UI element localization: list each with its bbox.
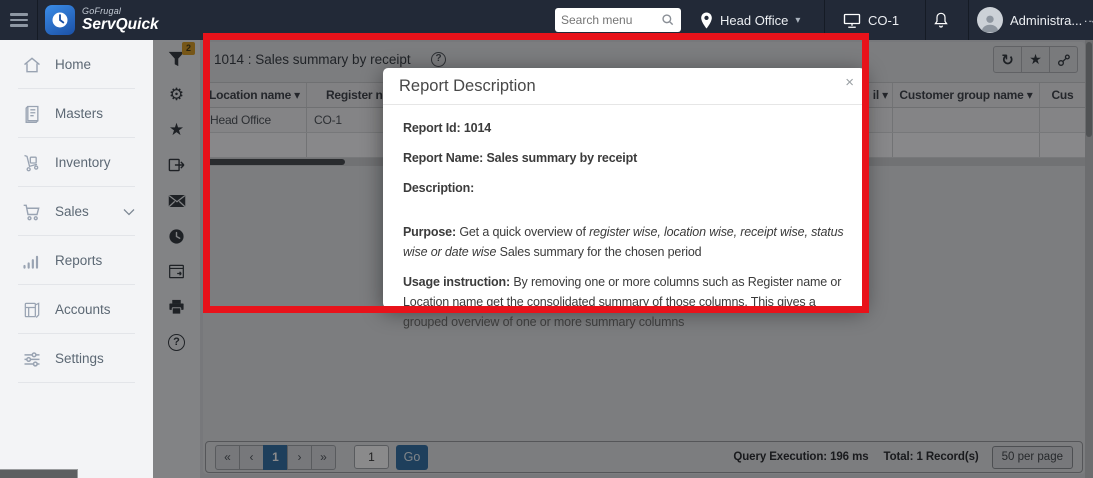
servquick-clock-icon (45, 5, 75, 35)
sidebar-item-masters[interactable]: Masters (0, 89, 153, 138)
location-label: Head Office (720, 13, 788, 28)
user-menu[interactable]: Administra... ⌄ (977, 0, 1093, 40)
brand-servquick: ServQuick (82, 17, 159, 33)
modal-title: Report Description (399, 77, 536, 95)
purpose-paragraph: Purpose: Get a quick overview of registe… (403, 222, 845, 262)
search-icon (661, 13, 675, 27)
location-pin-icon (700, 12, 713, 29)
sidebar-item-label: Reports (55, 253, 102, 268)
notifications-button[interactable] (933, 0, 949, 40)
usage-paragraph: Usage instruction: By removing one or mo… (403, 272, 845, 332)
sidebar-item-settings[interactable]: Settings (0, 334, 153, 383)
chevron-down-icon: ▾ (795, 15, 800, 26)
sidebar-item-inventory[interactable]: Inventory (0, 138, 153, 187)
cart-icon (22, 202, 42, 222)
close-icon[interactable]: × (845, 74, 854, 91)
sidebar-item-sales[interactable]: Sales (0, 187, 153, 236)
main-sidebar: Home Masters Inventory Sales Reports Acc… (0, 40, 153, 478)
sidebar-item-label: Accounts (55, 302, 111, 317)
description-label: Description: (403, 181, 474, 195)
ledger-icon (22, 300, 42, 320)
sidebar-item-label: Home (55, 57, 91, 72)
register-selector[interactable]: CO-1 (843, 0, 899, 40)
hamburger-menu-button[interactable] (0, 0, 37, 40)
user-avatar-icon (977, 7, 1003, 33)
handtruck-icon (22, 153, 42, 173)
overflow-dots: .. (1084, 11, 1093, 25)
divider (824, 0, 825, 40)
divider (37, 0, 38, 40)
sidebar-item-reports[interactable]: Reports (0, 236, 153, 285)
search-input[interactable] (561, 13, 661, 27)
status-tooltip (0, 469, 78, 478)
report-description-modal: Report Description × Report Id: 1014 Rep… (383, 68, 865, 308)
sliders-icon (22, 349, 42, 369)
search-menu-box[interactable] (555, 8, 681, 32)
chevron-down-icon (123, 208, 135, 216)
sidebar-item-label: Inventory (55, 155, 111, 170)
modal-header: Report Description × (383, 68, 865, 105)
brand-logo[interactable]: GoFrugal ServQuick (45, 5, 159, 35)
location-selector[interactable]: Head Office ▾ (700, 0, 800, 40)
register-monitor-icon (843, 13, 861, 28)
brand-gofrugal: GoFrugal (82, 7, 159, 16)
bell-icon (933, 11, 949, 29)
top-navbar: GoFrugal ServQuick Head Office ▾ CO-1 (0, 0, 1093, 40)
sidebar-item-label: Sales (55, 204, 89, 219)
modal-body: Report Id: 1014 Report Name: Sales summa… (383, 105, 865, 332)
user-name-label: Administra... (1010, 13, 1082, 28)
app-window: GoFrugal ServQuick Head Office ▾ CO-1 (0, 0, 1093, 478)
sidebar-item-label: Settings (55, 351, 104, 366)
sidebar-item-home[interactable]: Home (0, 40, 153, 89)
divider (968, 0, 969, 40)
divider (925, 0, 926, 40)
report-id-line: Report Id: 1014 (403, 121, 491, 135)
book-icon (22, 104, 42, 124)
register-label: CO-1 (868, 13, 899, 28)
report-name-line: Report Name: Sales summary by receipt (403, 151, 637, 165)
home-icon (22, 55, 42, 75)
sidebar-item-label: Masters (55, 106, 103, 121)
sidebar-item-accounts[interactable]: Accounts (0, 285, 153, 334)
bar-chart-icon (22, 251, 42, 271)
